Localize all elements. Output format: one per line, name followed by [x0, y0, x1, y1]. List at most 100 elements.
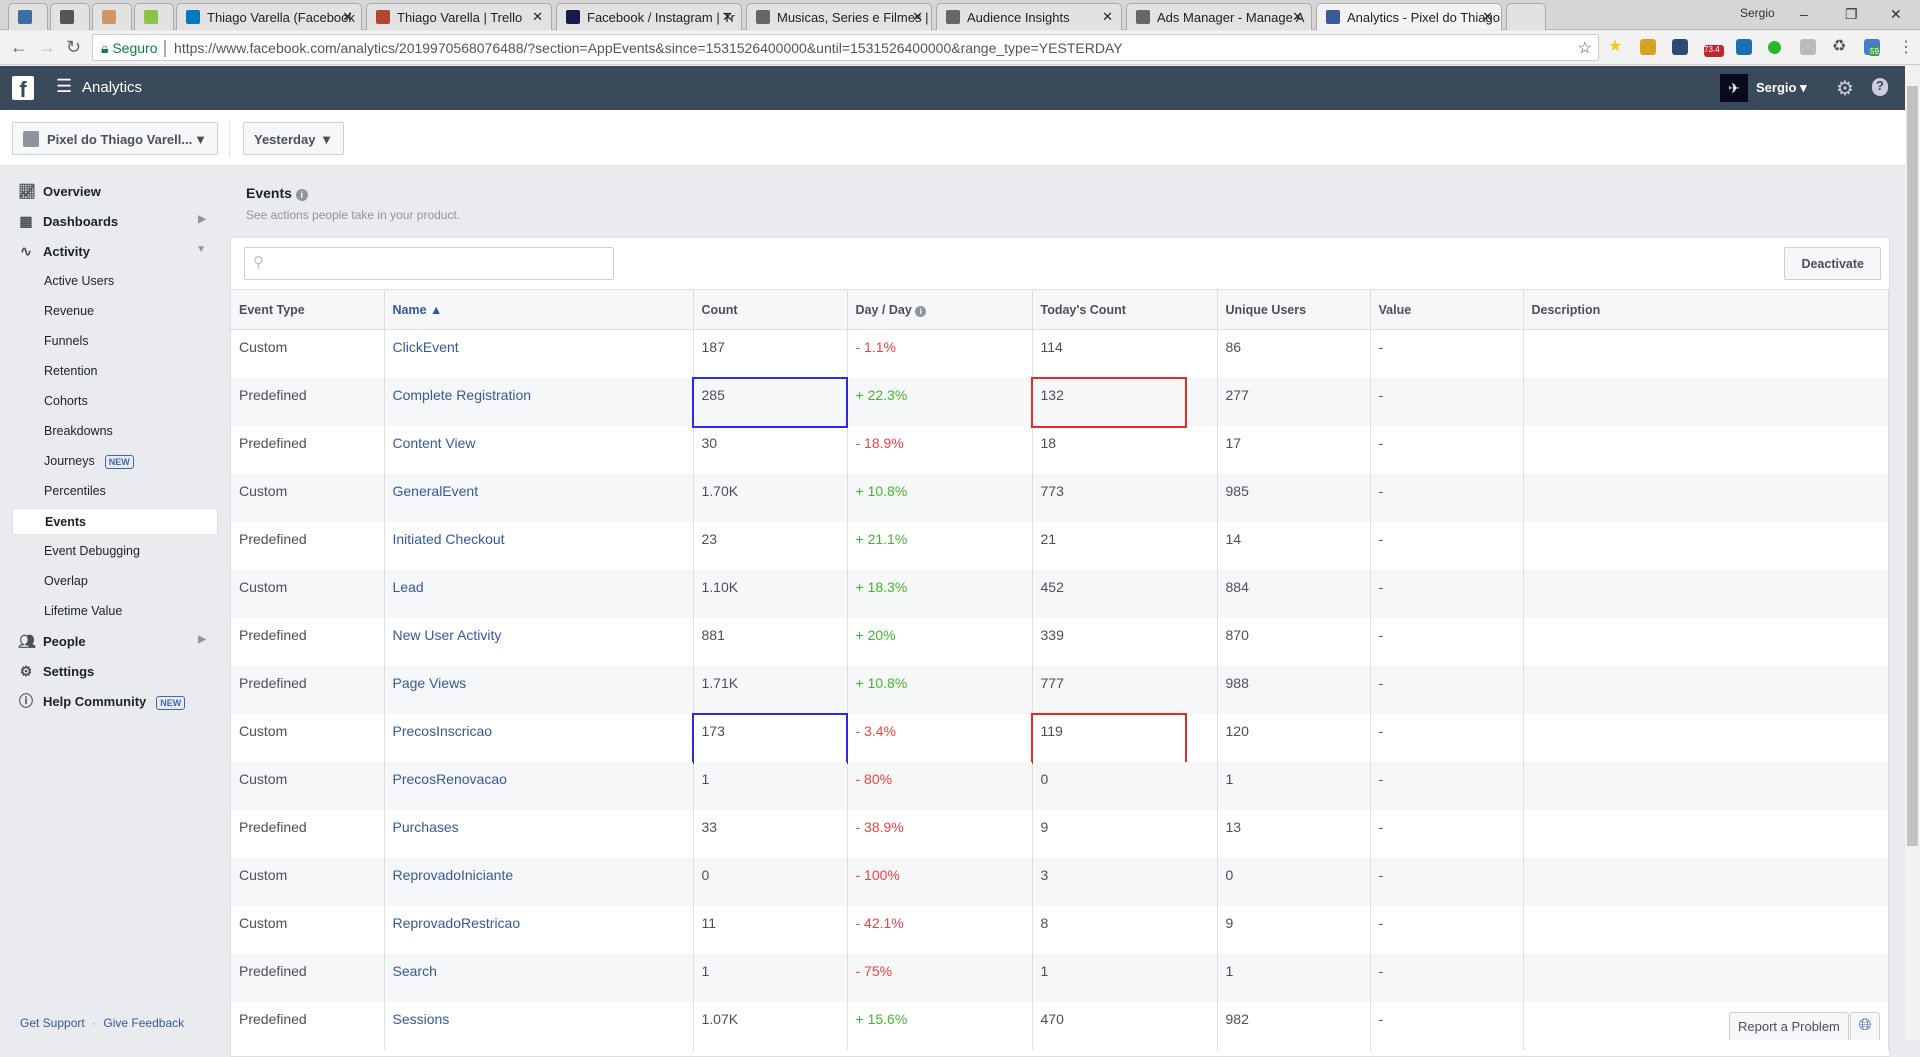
info-icon[interactable]: i: [295, 189, 308, 201]
menu-icon[interactable]: ⋮: [1898, 37, 1914, 57]
chevron-right-icon[interactable]: ▶: [198, 634, 206, 645]
tab-close-icon[interactable]: ✕: [722, 9, 733, 25]
column-header[interactable]: Description: [1523, 289, 1889, 330]
give-feedback-link[interactable]: Give Feedback: [103, 1016, 184, 1030]
browser-tab[interactable]: [8, 3, 48, 30]
browser-tab[interactable]: Audience Insights ✕: [936, 3, 1122, 30]
tab-close-icon[interactable]: ✕: [532, 9, 543, 25]
browser-tab[interactable]: Facebook / Instagram | Tr ✕: [556, 3, 742, 30]
event-name-cell[interactable]: Search: [384, 953, 694, 1002]
sidebar-item-overview[interactable]: 📈︎ Overview: [12, 178, 218, 205]
event-name-cell[interactable]: ReprovadoRestricao: [384, 905, 694, 954]
sidebar-item-settings[interactable]: ⚙ Settings: [12, 658, 218, 685]
event-name-cell[interactable]: New User Activity: [384, 617, 694, 666]
tab-close-icon[interactable]: ✕: [1482, 9, 1493, 25]
info-icon[interactable]: i: [915, 305, 927, 317]
sidebar-item-journeys[interactable]: Journeys NEW: [12, 448, 218, 475]
chevron-right-icon[interactable]: ▶: [198, 214, 206, 225]
tab-close-icon[interactable]: ✕: [1102, 9, 1113, 25]
extension-s-icon[interactable]: [1736, 39, 1752, 55]
event-name-cell[interactable]: ReprovadoIniciante: [384, 857, 694, 906]
sidebar-item-events[interactable]: Events: [12, 508, 218, 535]
bookmark-star-icon[interactable]: ★: [1608, 36, 1624, 55]
sidebar-item-breakdowns[interactable]: Breakdowns: [12, 418, 218, 445]
column-header[interactable]: Name ▲: [384, 289, 694, 330]
browser-tab[interactable]: Analytics - Pixel do Thiago ✕: [1316, 3, 1502, 30]
extension-code-icon[interactable]: 59: [1864, 39, 1880, 56]
event-name-cell[interactable]: ClickEvent: [384, 329, 694, 378]
extension-green-icon[interactable]: [1768, 41, 1781, 54]
event-name-cell[interactable]: Purchases: [384, 809, 694, 858]
forward-icon[interactable]: →: [38, 37, 56, 58]
sidebar-item-cohorts[interactable]: Cohorts: [12, 388, 218, 415]
close-window-button[interactable]: ✕: [1890, 6, 1902, 23]
help-icon[interactable]: ?: [1872, 78, 1888, 96]
minimize-button[interactable]: –: [1800, 6, 1808, 22]
sidebar-item-active-users[interactable]: Active Users: [12, 268, 218, 295]
extension-lock-icon[interactable]: [1640, 39, 1656, 55]
get-support-link[interactable]: Get Support: [20, 1016, 85, 1030]
globe-icon[interactable]: 🌐︎: [1850, 1012, 1880, 1040]
event-name-cell[interactable]: GeneralEvent: [384, 473, 694, 522]
pixel-selector[interactable]: Pixel do Thiago Varell... ▼: [12, 122, 218, 155]
reload-icon[interactable]: ↻: [66, 37, 81, 58]
restore-button[interactable]: ❐: [1845, 6, 1858, 23]
back-icon[interactable]: ←: [10, 37, 28, 58]
tab-close-icon[interactable]: ✕: [912, 9, 923, 25]
tab-close-icon[interactable]: ✕: [342, 9, 353, 25]
browser-tab[interactable]: Thiago Varella | Trello ✕: [366, 3, 552, 30]
event-name-cell[interactable]: Sessions: [384, 1001, 694, 1050]
user-menu[interactable]: Sergio ▾: [1756, 80, 1807, 96]
extension-badge-icon[interactable]: 73.4: [1704, 45, 1724, 57]
sidebar-item-retention[interactable]: Retention: [12, 358, 218, 385]
tab-close-icon[interactable]: ✕: [1292, 9, 1303, 25]
deactivate-button[interactable]: Deactivate: [1784, 247, 1881, 280]
event-name-cell[interactable]: Lead: [384, 569, 694, 618]
browser-tab[interactable]: [50, 3, 90, 30]
sidebar-item-people[interactable]: 👥︎ People ▶: [12, 628, 218, 655]
chevron-down-icon[interactable]: ▼: [196, 244, 206, 255]
event-name-cell[interactable]: Content View: [384, 425, 694, 474]
search-input[interactable]: ⚲: [244, 247, 614, 280]
sidebar-item-percentiles[interactable]: Percentiles: [12, 478, 218, 505]
browser-profile[interactable]: Sergio: [1740, 6, 1775, 20]
report-problem-button[interactable]: Report a Problem: [1729, 1012, 1849, 1040]
browser-tab[interactable]: [134, 3, 174, 30]
sidebar-item-help-community[interactable]: ⓘ Help Community NEW: [12, 688, 218, 715]
recycle-icon[interactable]: ♻: [1832, 36, 1848, 55]
column-header[interactable]: Count: [693, 289, 848, 330]
column-header[interactable]: Unique Users: [1217, 289, 1371, 330]
extension-panel-icon[interactable]: [1800, 39, 1816, 55]
hamburger-icon[interactable]: ☰: [56, 76, 72, 97]
url-input[interactable]: 🔒︎ Seguro │ https://www.facebook.com/ana…: [92, 34, 1599, 61]
star-icon[interactable]: ☆: [1578, 38, 1592, 58]
extension-icon[interactable]: [1672, 39, 1688, 55]
sidebar-item-funnels[interactable]: Funnels: [12, 328, 218, 355]
sidebar-item-activity[interactable]: ∿ Activity ▼: [12, 238, 218, 265]
event-name-cell[interactable]: PrecosRenovacao: [384, 761, 694, 810]
avatar[interactable]: ✈: [1720, 74, 1748, 102]
column-header[interactable]: Day / Day i: [847, 289, 1033, 330]
sidebar-item-lifetime-value[interactable]: Lifetime Value: [12, 598, 218, 625]
event-name-cell[interactable]: Complete Registration: [384, 377, 694, 426]
event-name-cell[interactable]: PrecosInscricao: [384, 713, 694, 762]
event-name-cell[interactable]: Initiated Checkout: [384, 521, 694, 570]
sidebar-item-dashboards[interactable]: ▦ Dashboards ▶: [12, 208, 218, 235]
sidebar-item-overlap[interactable]: Overlap: [12, 568, 218, 595]
event-name-cell[interactable]: Page Views: [384, 665, 694, 714]
sidebar-item-event-debugging[interactable]: Event Debugging: [12, 538, 218, 565]
scrollbar-thumb[interactable]: [1907, 86, 1918, 846]
browser-tab[interactable]: Musicas, Series e Filmes | ✕: [746, 3, 932, 30]
column-header[interactable]: Today's Count: [1032, 289, 1218, 330]
gear-icon[interactable]: ⚙: [1836, 76, 1854, 101]
browser-tab[interactable]: Ads Manager - Manage A ✕: [1126, 3, 1312, 30]
column-header[interactable]: Value: [1370, 289, 1524, 330]
facebook-logo-icon[interactable]: f: [12, 76, 34, 102]
column-header[interactable]: Event Type: [231, 289, 385, 330]
sidebar-item-revenue[interactable]: Revenue: [12, 298, 218, 325]
new-tab-button[interactable]: [1506, 3, 1546, 30]
date-range-selector[interactable]: Yesterday ▼: [243, 122, 344, 155]
browser-tab[interactable]: [92, 3, 132, 30]
browser-tab[interactable]: Thiago Varella (Facebook ✕: [176, 3, 362, 30]
page-scrollbar[interactable]: [1905, 66, 1920, 1040]
